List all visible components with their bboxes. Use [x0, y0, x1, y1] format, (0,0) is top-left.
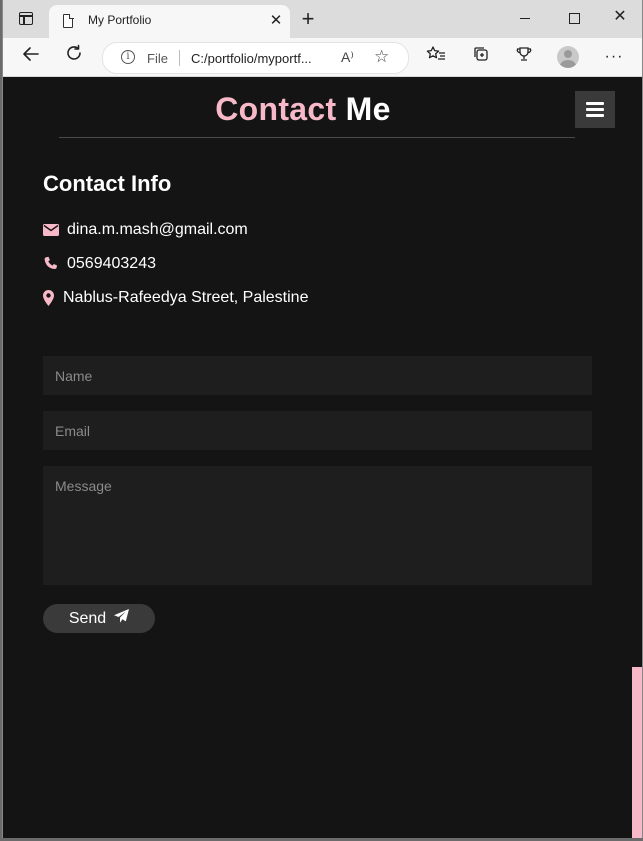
maximize-icon[interactable] [554, 6, 594, 30]
tab-actions-icon[interactable] [19, 12, 33, 25]
send-button[interactable]: Send [43, 604, 155, 633]
profile-icon[interactable] [557, 46, 579, 68]
contact-email-row: dina.m.mash@gmail.com [43, 219, 248, 241]
browser-toolbar: i File C:/portfolio/myportf... A⁾ ☆ ··· [3, 38, 642, 77]
tab-title: My Portfolio [88, 13, 152, 27]
close-icon[interactable]: ✕ [267, 11, 285, 29]
reload-icon[interactable] [61, 44, 87, 70]
message-textarea[interactable] [43, 466, 592, 585]
extensions-icon[interactable] [511, 44, 537, 70]
browser-window: My Portfolio ✕ + ✕ i File C:/portfolio/m… [2, 0, 643, 838]
collections-icon[interactable] [468, 44, 494, 70]
contact-address: Nablus-Rafeedya Street, Palestine [63, 289, 309, 306]
page-content: Contact Me Contact Info dina.m.mash@gmai… [3, 77, 642, 838]
contact-info-title: Contact Info [43, 171, 172, 196]
page-title-accent: Contact [215, 91, 337, 127]
phone-icon [43, 256, 61, 272]
address-url[interactable]: C:/portfolio/myportf... [191, 51, 312, 66]
contact-phone[interactable]: 0569403243 [67, 255, 156, 273]
tab-strip: My Portfolio ✕ + ✕ [3, 0, 642, 38]
name-input[interactable] [43, 356, 592, 395]
location-pin-icon [43, 290, 57, 306]
window-close-icon[interactable]: ✕ [600, 6, 640, 30]
scrollbar-thumb[interactable] [632, 667, 642, 838]
address-divider [179, 50, 180, 66]
hamburger-menu-icon[interactable] [575, 91, 615, 128]
page-icon [63, 13, 74, 28]
contact-phone-row: 0569403243 [43, 253, 156, 275]
favorites-icon[interactable] [423, 44, 449, 70]
address-scheme: File [147, 51, 168, 66]
new-tab-button[interactable]: + [297, 6, 319, 32]
page-title: Contact Me [3, 91, 603, 128]
email-input[interactable] [43, 411, 592, 450]
read-aloud-icon[interactable]: A⁾ [341, 49, 354, 66]
send-button-label: Send [68, 609, 107, 627]
contact-email[interactable]: dina.m.mash@gmail.com [67, 221, 248, 239]
header-divider [59, 137, 575, 138]
info-icon[interactable]: i [121, 50, 135, 64]
contact-address-row: Nablus-Rafeedya Street, Palestine [43, 287, 308, 309]
envelope-icon [43, 224, 61, 236]
paper-plane-icon [114, 609, 130, 628]
browser-tab[interactable]: My Portfolio ✕ [49, 5, 290, 38]
minimize-icon[interactable] [505, 6, 545, 30]
back-icon[interactable] [18, 44, 44, 70]
address-bar[interactable]: i File C:/portfolio/myportf... A⁾ ☆ [102, 42, 409, 74]
more-icon[interactable]: ··· [601, 44, 627, 70]
add-favorite-icon[interactable]: ☆ [374, 47, 389, 67]
page-title-rest: Me [345, 91, 391, 127]
